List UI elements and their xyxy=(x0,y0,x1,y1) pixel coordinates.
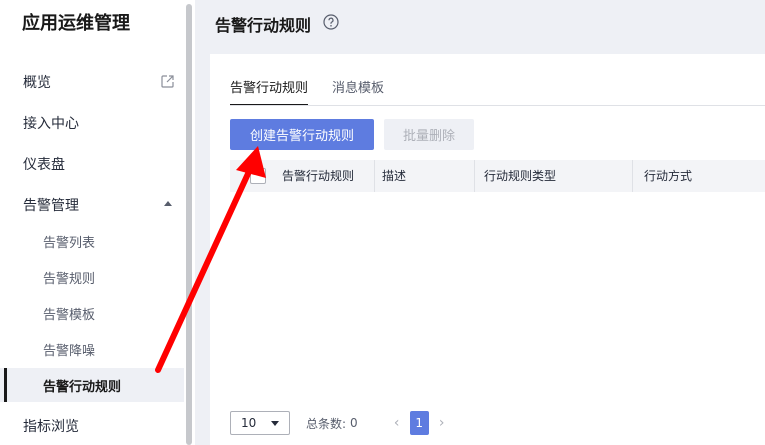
sidebar-item-alarm-noise-reduction[interactable]: 告警降噪 xyxy=(0,332,184,366)
column-header-action-method[interactable]: 行动方式 xyxy=(644,160,692,192)
sidebar-item-label: 告警规则 xyxy=(43,271,96,287)
column-divider xyxy=(374,160,375,192)
help-icon[interactable] xyxy=(323,14,339,30)
sidebar-item-label: 告警行动规则 xyxy=(43,379,122,395)
column-divider xyxy=(632,160,633,192)
sidebar-item-alarm-action-rules[interactable]: 告警行动规则 xyxy=(0,368,184,402)
sidebar-item-alarm-management[interactable]: 告警管理 xyxy=(0,188,184,222)
sidebar-item-label: 告警模板 xyxy=(43,307,96,323)
column-divider xyxy=(474,160,475,192)
tab-message-templates[interactable]: 消息模板 xyxy=(332,78,384,106)
sidebar: 应用运维管理 概览 接入中心 仪表盘 告警管理 告警列表 告警规则 告警模板 告… xyxy=(0,0,195,445)
chevron-right-icon[interactable]: › xyxy=(435,413,449,433)
sidebar-item-label: 接入中心 xyxy=(23,116,79,132)
sidebar-scrollbar[interactable] xyxy=(186,4,192,445)
column-header-rule-type[interactable]: 行动规则类型 xyxy=(484,160,556,192)
create-alarm-action-rule-button[interactable]: 创建告警行动规则 xyxy=(230,119,374,150)
page-title: 告警行动规则 xyxy=(215,16,312,35)
column-header-rule[interactable]: 告警行动规则 xyxy=(282,160,354,192)
page-size-value: 10 xyxy=(241,416,257,430)
main-panel: 告警行动规则 消息模板 创建告警行动规则 批量删除 告警行动规则 描述 行动规则… xyxy=(210,54,765,445)
tabs-divider xyxy=(230,105,765,106)
sidebar-item-label: 概览 xyxy=(23,75,51,91)
tab-alarm-action-rules[interactable]: 告警行动规则 xyxy=(230,78,309,106)
external-link-icon xyxy=(161,75,174,88)
current-page-button[interactable]: 1 xyxy=(409,411,429,435)
sidebar-title: 应用运维管理 xyxy=(22,13,130,34)
sidebar-item-label: 仪表盘 xyxy=(23,157,65,173)
sidebar-item-alarm-list[interactable]: 告警列表 xyxy=(0,224,184,258)
select-all-checkbox[interactable] xyxy=(250,168,266,184)
chevron-down-icon xyxy=(271,421,279,426)
chevron-left-icon[interactable]: ‹ xyxy=(390,413,404,433)
sidebar-item-alarm-templates[interactable]: 告警模板 xyxy=(0,296,184,330)
sidebar-item-overview[interactable]: 概览 xyxy=(0,65,184,99)
sidebar-item-access-center[interactable]: 接入中心 xyxy=(0,106,184,140)
sidebar-item-dashboard[interactable]: 仪表盘 xyxy=(0,147,184,181)
total-count: 0 xyxy=(350,416,358,430)
sidebar-item-label: 告警降噪 xyxy=(43,343,96,359)
pagination: 10 总条数: 0 ‹ 1 › xyxy=(230,411,449,435)
sidebar-item-label: 指标浏览 xyxy=(23,419,79,435)
page-size-select[interactable]: 10 xyxy=(230,411,290,435)
chevron-up-icon xyxy=(164,201,172,206)
sidebar-item-label: 告警管理 xyxy=(23,198,79,214)
table-header: 告警行动规则 描述 行动规则类型 行动方式 xyxy=(230,160,765,192)
page-header: 告警行动规则 xyxy=(195,0,765,46)
total-label: 总条数: xyxy=(306,416,347,431)
sidebar-item-label: 告警列表 xyxy=(43,235,96,251)
tab-bar: 告警行动规则 消息模板 xyxy=(230,78,408,106)
sidebar-item-alarm-rules[interactable]: 告警规则 xyxy=(0,260,184,294)
batch-delete-button[interactable]: 批量删除 xyxy=(384,119,474,150)
sidebar-item-metric-browse[interactable]: 指标浏览 xyxy=(0,409,184,443)
column-header-description[interactable]: 描述 xyxy=(382,160,406,192)
